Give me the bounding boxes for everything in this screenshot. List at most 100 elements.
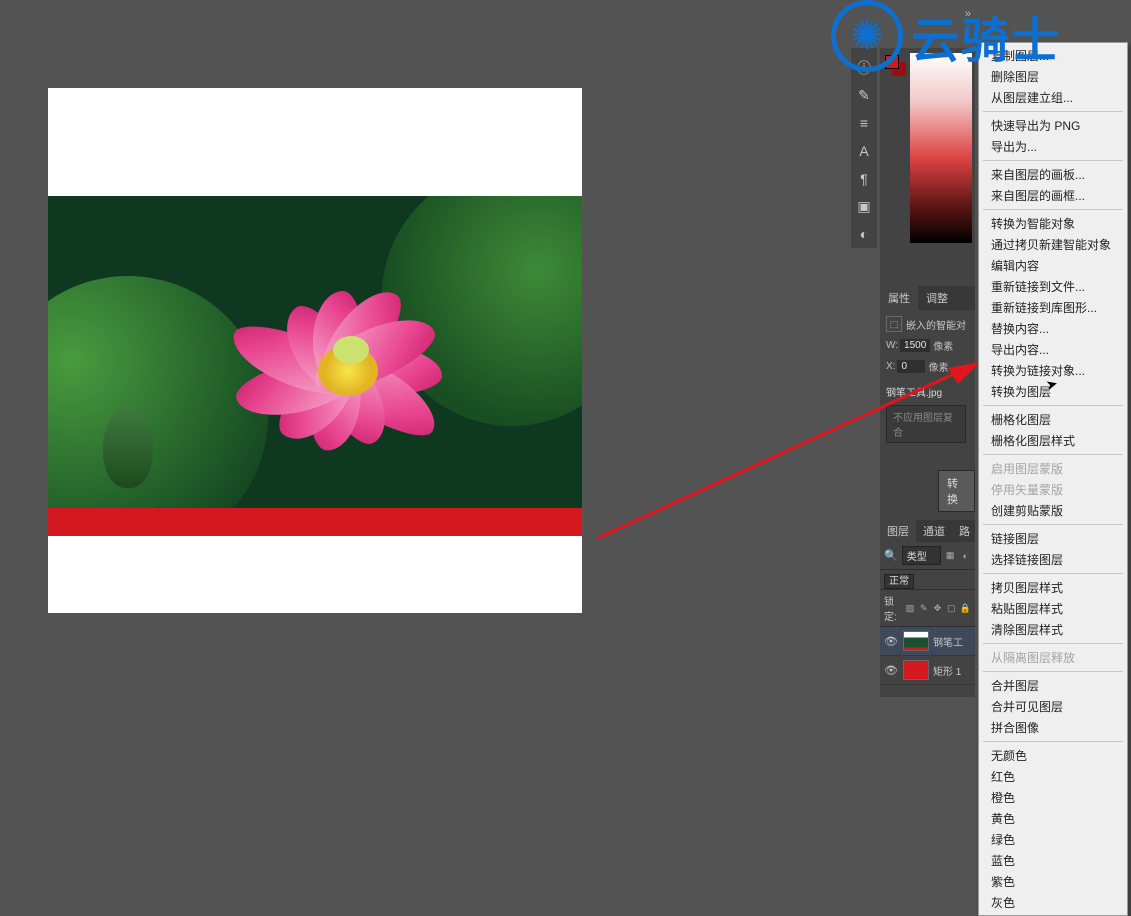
menu-item[interactable]: 粘贴图层样式 [979,598,1127,619]
panels-column: 属性 调整 ⬚ 嵌入的智能对 W: 1500 像素 X: 0 像素 钢笔工具.j… [880,48,975,649]
width-value[interactable]: 1500 [900,339,930,352]
layer-thumbnail [903,631,929,651]
menu-item[interactable]: 黄色 [979,808,1127,829]
menu-item[interactable]: 栅格化图层样式 [979,430,1127,451]
menu-separator [983,741,1123,742]
menu-item[interactable]: 选择链接图层 [979,549,1127,570]
menu-item[interactable]: 拼合图像 [979,717,1127,738]
layer-context-menu: 复制图层...删除图层从图层建立组...快速导出为 PNG导出为...来自图层的… [978,42,1128,916]
canvas-area[interactable] [0,0,840,649]
menu-item[interactable]: 绿色 [979,829,1127,850]
lock-transparent-icon[interactable]: ▨ [905,601,916,615]
visibility-eye-icon[interactable]: 👁 [883,635,899,648]
tab-paths[interactable]: 路 [952,520,977,542]
x-value[interactable]: 0 [897,360,925,373]
menu-item[interactable]: 转换为智能对象 [979,213,1127,234]
menu-item[interactable]: 紫色 [979,871,1127,892]
filter-kind-select[interactable]: 类型 [902,546,941,565]
align-icon[interactable]: ≡ [852,109,876,137]
photo-layer [48,196,582,508]
lock-label: 锁定: [884,593,902,623]
history-icon[interactable]: ◐ [852,220,876,248]
toolstrip: ⓘ✎≡A¶▣◐ [851,48,877,248]
menu-separator [983,160,1123,161]
lock-position-icon[interactable]: ✥ [932,601,943,615]
lock-artboard-icon[interactable]: ▢ [946,601,957,615]
x-unit: 像素 [928,359,948,374]
menu-item[interactable]: 从图层建立组... [979,87,1127,108]
menu-item[interactable]: 导出内容... [979,339,1127,360]
layer-name-label: 钢笔工 [933,634,963,649]
visibility-eye-icon[interactable]: 👁 [883,664,899,677]
apply-layer-comp-button[interactable]: 不应用图层复合 [886,405,966,443]
menu-item[interactable]: 链接图层 [979,528,1127,549]
properties-body: ⬚ 嵌入的智能对 W: 1500 像素 X: 0 像素 钢笔工具.jpg 不应用… [880,310,975,449]
menu-item[interactable]: 灰色 [979,892,1127,913]
width-label: W: [886,340,898,351]
menu-separator [983,671,1123,672]
search-icon[interactable]: 🔍 [884,549,898,562]
menu-separator [983,405,1123,406]
menu-item[interactable]: 重新链接到库图形... [979,297,1127,318]
blend-mode-select[interactable]: 正常 [884,574,914,589]
watermark: ✺ 云骑士 [831,0,1061,72]
layers-panel: 图层 通道 路 🔍 类型 ▦ ◐ 正常 锁定: ▨ ✎ ✥ ▢ 🔒 👁 钢笔工 👁 矩… [880,520,975,697]
menu-separator [983,643,1123,644]
menu-item[interactable]: 创建剪贴蒙版 [979,500,1127,521]
layer-name-label: 矩形 1 [933,663,961,678]
paragraph-icon[interactable]: ¶ [852,165,876,193]
layers-icon[interactable]: ▣ [852,193,876,221]
color-gradient-field[interactable] [910,53,972,243]
watermark-logo-icon: ✺ [831,0,903,72]
filter-adjust-icon[interactable]: ◐ [960,549,971,563]
menu-item[interactable]: 橙色 [979,787,1127,808]
menu-separator [983,209,1123,210]
lock-all-icon[interactable]: 🔒 [960,601,971,615]
color-panel[interactable] [880,48,975,248]
menu-item[interactable]: 无颜色 [979,745,1127,766]
menu-separator [983,524,1123,525]
layer-item[interactable]: 👁 矩形 1 [880,656,975,685]
smart-object-icon: ⬚ [886,316,902,332]
menu-item[interactable]: 拷贝图层样式 [979,577,1127,598]
layer-item[interactable]: 👁 钢笔工 [880,627,975,656]
menu-item[interactable]: 来自图层的画框... [979,185,1127,206]
menu-item[interactable]: 通过拷贝新建智能对象 [979,234,1127,255]
menu-separator [983,454,1123,455]
filter-pixel-icon[interactable]: ▦ [945,549,956,563]
menu-item[interactable]: 快速导出为 PNG [979,115,1127,136]
tab-adjustments[interactable]: 调整 [918,286,956,310]
menu-item: 从隔离图层释放 [979,647,1127,668]
menu-item[interactable]: 重新链接到文件... [979,276,1127,297]
lock-pixels-icon[interactable]: ✎ [918,601,929,615]
text-a-icon[interactable]: A [852,137,876,165]
menu-item[interactable]: 编辑内容 [979,255,1127,276]
convert-button[interactable]: 转换 [938,470,975,512]
menu-item[interactable]: 蓝色 [979,850,1127,871]
red-rectangle-layer [48,508,582,536]
properties-tabs: 属性 调整 [880,286,975,310]
tab-properties[interactable]: 属性 [880,286,918,310]
x-label: X: [886,361,895,372]
lock-row: 锁定: ▨ ✎ ✥ ▢ 🔒 [880,589,975,626]
layer-thumbnail [903,660,929,680]
menu-item: 启用图层蒙版 [979,458,1127,479]
tab-channels[interactable]: 通道 [916,520,952,542]
menu-item[interactable]: 清除图层样式 [979,619,1127,640]
smart-object-label: 嵌入的智能对 [906,317,966,332]
menu-item[interactable]: 栅格化图层 [979,409,1127,430]
layer-filter-row: 🔍 类型 ▦ ◐ [880,542,975,569]
source-filename: 钢笔工具.jpg [886,384,975,399]
menu-separator [983,111,1123,112]
menu-item[interactable]: 导出为... [979,136,1127,157]
layer-list: 👁 钢笔工 👁 矩形 1 [880,626,975,685]
menu-item[interactable]: 替换内容... [979,318,1127,339]
menu-separator [983,573,1123,574]
watermark-text: 云骑士 [911,1,1061,71]
menu-item[interactable]: 合并可见图层 [979,696,1127,717]
menu-item[interactable]: 红色 [979,766,1127,787]
menu-item[interactable]: 合并图层 [979,675,1127,696]
brush-icon[interactable]: ✎ [852,82,876,110]
tab-layers[interactable]: 图层 [880,520,916,542]
menu-item[interactable]: 来自图层的画板... [979,164,1127,185]
